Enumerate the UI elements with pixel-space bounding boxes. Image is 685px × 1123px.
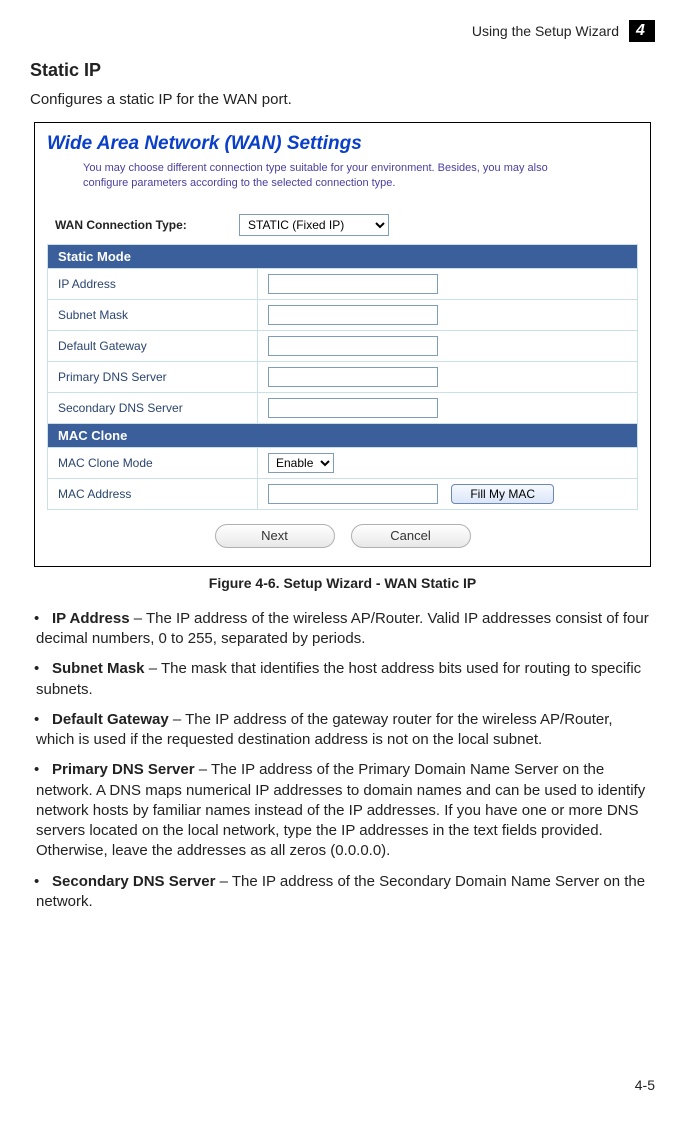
list-item: Secondary DNS Server – The IP address of… — [36, 872, 655, 913]
wan-settings-desc: You may choose different connection type… — [83, 161, 583, 192]
screenshot-frame: Wide Area Network (WAN) Settings You may… — [34, 122, 651, 567]
mac-clone-mode-select[interactable]: Enable — [268, 453, 334, 473]
primary-dns-label: Primary DNS Server — [48, 361, 258, 392]
table-row: Primary DNS Server — [48, 361, 638, 392]
description-list: IP Address – The IP address of the wirel… — [36, 609, 655, 912]
wan-connection-row: WAN Connection Type: STATIC (Fixed IP) — [55, 214, 638, 236]
static-mode-header: Static Mode — [48, 244, 638, 268]
subnet-mask-label: Subnet Mask — [48, 299, 258, 330]
secondary-dns-input[interactable] — [268, 398, 438, 418]
fill-my-mac-button[interactable]: Fill My MAC — [451, 484, 554, 504]
default-gateway-label: Default Gateway — [48, 330, 258, 361]
term-ip-address: IP Address — [52, 610, 130, 627]
table-row: IP Address — [48, 268, 638, 299]
chapter-badge: 4 — [629, 20, 655, 42]
list-item: Primary DNS Server – The IP address of t… — [36, 760, 655, 861]
table-row: Secondary DNS Server — [48, 392, 638, 423]
list-item: Default Gateway – The IP address of the … — [36, 710, 655, 751]
wan-connection-type-select[interactable]: STATIC (Fixed IP) — [239, 214, 389, 236]
table-row: Subnet Mask — [48, 299, 638, 330]
wizard-button-row: Next Cancel — [47, 524, 638, 548]
ip-address-input[interactable] — [268, 274, 438, 294]
section-title: Static IP — [30, 60, 655, 81]
table-row: Default Gateway — [48, 330, 638, 361]
mac-address-input[interactable] — [268, 484, 438, 504]
mac-address-label: MAC Address — [48, 478, 258, 509]
section-lead: Configures a static IP for the WAN port. — [30, 91, 655, 108]
term-default-gateway: Default Gateway — [52, 711, 169, 728]
list-item: IP Address – The IP address of the wirel… — [36, 609, 655, 650]
default-gateway-input[interactable] — [268, 336, 438, 356]
term-subnet-mask: Subnet Mask — [52, 660, 145, 677]
static-mode-table: Static Mode IP Address Subnet Mask Defau… — [47, 244, 638, 510]
mac-clone-mode-label: MAC Clone Mode — [48, 447, 258, 478]
cancel-button[interactable]: Cancel — [351, 524, 471, 548]
subnet-mask-input[interactable] — [268, 305, 438, 325]
table-row: MAC Address Fill My MAC — [48, 478, 638, 509]
table-row: MAC Clone Mode Enable — [48, 447, 638, 478]
next-button[interactable]: Next — [215, 524, 335, 548]
page-number: 4-5 — [635, 1077, 655, 1093]
ip-address-label: IP Address — [48, 268, 258, 299]
breadcrumb: Using the Setup Wizard — [472, 23, 619, 39]
list-item: Subnet Mask – The mask that identifies t… — [36, 659, 655, 700]
term-primary-dns: Primary DNS Server — [52, 761, 195, 778]
term-secondary-dns: Secondary DNS Server — [52, 873, 215, 890]
figure-caption: Figure 4-6. Setup Wizard - WAN Static IP — [30, 575, 655, 591]
primary-dns-input[interactable] — [268, 367, 438, 387]
secondary-dns-label: Secondary DNS Server — [48, 392, 258, 423]
mac-clone-header: MAC Clone — [48, 423, 638, 447]
page-header: Using the Setup Wizard 4 — [30, 20, 655, 42]
wan-connection-label: WAN Connection Type: — [55, 218, 225, 232]
wan-settings-title: Wide Area Network (WAN) Settings — [47, 133, 638, 155]
